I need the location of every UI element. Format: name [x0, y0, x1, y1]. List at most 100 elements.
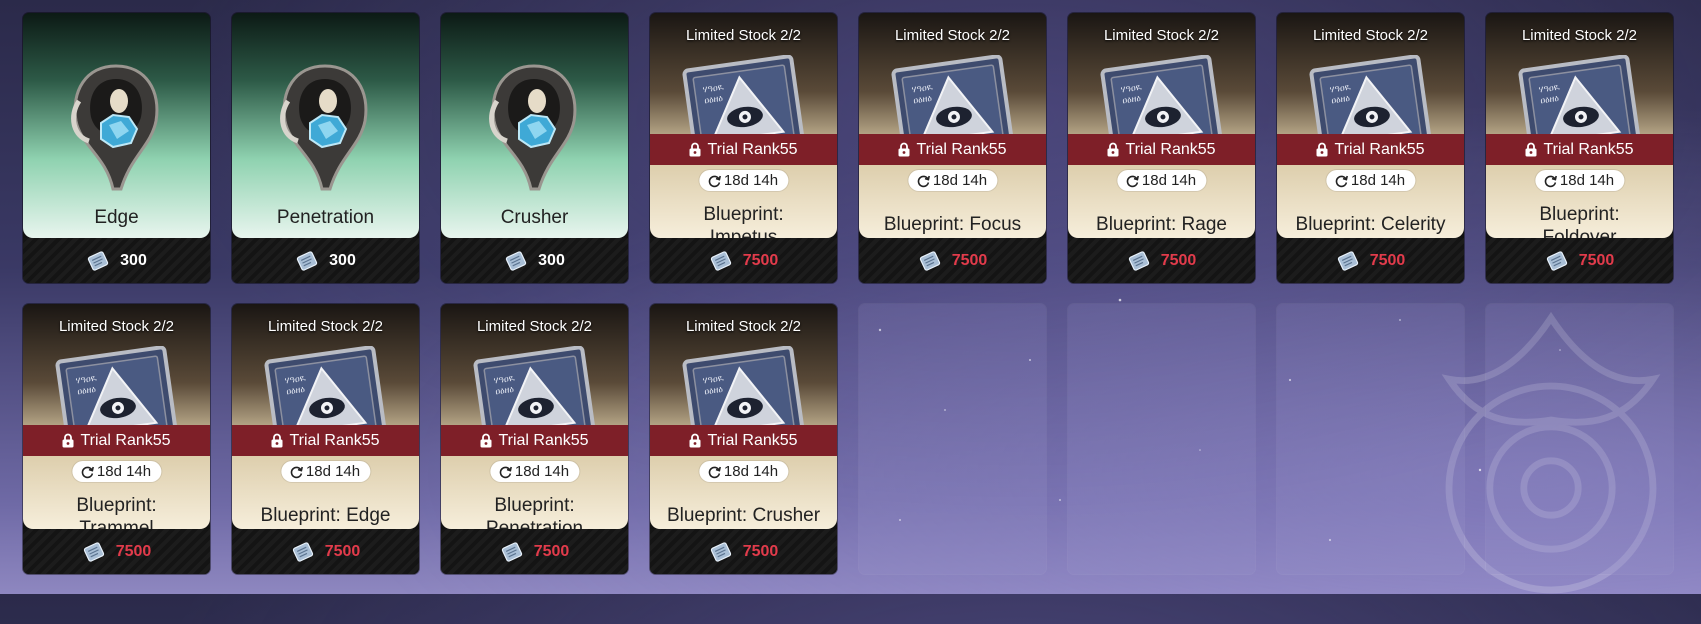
- rank-lock-bar: Trial Rank55: [1486, 134, 1673, 165]
- rank-lock-bar: Trial Rank55: [650, 134, 837, 165]
- price-value: 300: [120, 251, 147, 269]
- item-name-line: Foldover: [1542, 227, 1617, 238]
- price-value: 7500: [1160, 251, 1197, 269]
- price-bar: 7500: [441, 529, 628, 574]
- rank-lock-bar: Trial Rank55: [859, 134, 1046, 165]
- shop-item-card[interactable]: Limited Stock 2/2 Trial Rank55 18d 14h Blue…: [650, 13, 837, 283]
- rank-lock-bar: Trial Rank55: [1277, 134, 1464, 165]
- limited-stock-label: Limited Stock 2/2: [685, 318, 802, 335]
- price-value: 7500: [115, 542, 152, 560]
- item-name-line: Blueprint:: [703, 204, 784, 225]
- price-value: 7500: [533, 542, 570, 560]
- rank-requirement-text: Trial Rank55: [498, 431, 589, 449]
- rank-requirement-text: Trial Rank55: [289, 431, 380, 449]
- shop-item-card[interactable]: Crusher 300: [441, 13, 628, 283]
- refresh-timer-text: 18d 14h: [932, 172, 988, 189]
- price-value: 300: [329, 251, 356, 269]
- rank-requirement-text: Trial Rank55: [1125, 140, 1216, 158]
- empty-slot: [859, 304, 1046, 574]
- currency-ticket-icon: [1336, 250, 1360, 272]
- refresh-icon: [1334, 174, 1348, 188]
- shop-item-card[interactable]: Limited Stock 2/2 Trial Rank55 18d 14h Blue…: [859, 13, 1046, 283]
- limited-stock-label: Limited Stock 2/2: [685, 27, 802, 44]
- refresh-timer-badge: 18d 14h: [698, 170, 789, 191]
- refresh-timer-badge: 18d 14h: [280, 461, 371, 482]
- item-art-panel: Limited Stock 2/2 Trial Rank55 18d 14h Blue…: [1068, 13, 1255, 238]
- refresh-icon: [707, 174, 721, 188]
- price-bar: 7500: [1277, 238, 1464, 283]
- item-name: Blueprint: Focus: [863, 213, 1042, 236]
- empty-slot: [1277, 304, 1464, 574]
- refresh-timer-badge: 18d 14h: [907, 170, 998, 191]
- item-name-line: Trammel: [79, 518, 154, 529]
- currency-ticket-icon: [82, 541, 106, 563]
- price-value: 7500: [742, 542, 779, 560]
- item-art-panel: Penetration: [232, 13, 419, 238]
- item-art-panel: Limited Stock 2/2 Trial Rank55 18d 14h Blue…: [441, 304, 628, 529]
- item-name-line: Blueprint:: [76, 495, 157, 516]
- rank-lock-bar: Trial Rank55: [650, 425, 837, 456]
- shop-item-card[interactable]: Limited Stock 2/2 Trial Rank55 18d 14h Blue…: [441, 304, 628, 574]
- refresh-timer-text: 18d 14h: [1141, 172, 1197, 189]
- rank-lock-bar: Trial Rank55: [441, 425, 628, 456]
- limited-stock-label: Limited Stock 2/2: [267, 318, 384, 335]
- shop-item-card[interactable]: Limited Stock 2/2 Trial Rank55 18d 14h Blue…: [650, 304, 837, 574]
- shop-item-card[interactable]: Limited Stock 2/2 Trial Rank55 18d 14h Blue…: [1068, 13, 1255, 283]
- item-art-panel: Limited Stock 2/2 Trial Rank55 18d 14h Blue…: [859, 13, 1046, 238]
- shop-item-card[interactable]: Limited Stock 2/2 Trial Rank55 18d 14h Blue…: [1486, 13, 1673, 283]
- refresh-timer-text: 18d 14h: [305, 463, 361, 480]
- refresh-icon: [707, 465, 721, 479]
- limited-stock-label: Limited Stock 2/2: [1103, 27, 1220, 44]
- refresh-timer-badge: 18d 14h: [1325, 170, 1416, 191]
- price-bar: 300: [441, 238, 628, 283]
- item-name-line: Blueprint: Edge: [260, 505, 391, 526]
- rank-requirement-text: Trial Rank55: [707, 140, 798, 158]
- refresh-timer-badge: 18d 14h: [71, 461, 162, 482]
- item-name-line: Penetration: [485, 518, 584, 529]
- price-bar: 300: [23, 238, 210, 283]
- refresh-timer-badge: 18d 14h: [1534, 170, 1625, 191]
- refresh-timer-badge: 18d 14h: [698, 461, 789, 482]
- rank-requirement-text: Trial Rank55: [1543, 140, 1634, 158]
- shop-item-card[interactable]: Limited Stock 2/2 Trial Rank55 18d 14h Blue…: [1277, 13, 1464, 283]
- limited-stock-label: Limited Stock 2/2: [894, 27, 1011, 44]
- refresh-timer-text: 18d 14h: [1559, 172, 1615, 189]
- item-name: Blueprint: Rage: [1072, 213, 1251, 236]
- price-bar: 7500: [1068, 238, 1255, 283]
- rank-lock-bar: Trial Rank55: [23, 425, 210, 456]
- lock-icon: [1525, 142, 1537, 157]
- shop-grid: Edge 300 Penetration 300 Crusher 300 Limited S…: [23, 13, 1673, 574]
- lock-icon: [898, 142, 910, 157]
- rank-requirement-text: Trial Rank55: [80, 431, 171, 449]
- item-name-line: Blueprint: Celerity: [1295, 214, 1446, 235]
- item-name: Blueprint: Impetus: [654, 203, 833, 238]
- currency-ticket-icon: [291, 541, 315, 563]
- shop-item-card[interactable]: Limited Stock 2/2 Trial Rank55 18d 14h Blue…: [23, 304, 210, 574]
- limited-stock-label: Limited Stock 2/2: [1521, 27, 1638, 44]
- refresh-timer-text: 18d 14h: [1350, 172, 1406, 189]
- price-value: 300: [538, 251, 565, 269]
- item-art-panel: Edge: [23, 13, 210, 238]
- item-name: Penetration: [276, 207, 375, 228]
- currency-ticket-icon: [1127, 250, 1151, 272]
- lock-icon: [1107, 142, 1119, 157]
- limited-stock-label: Limited Stock 2/2: [476, 318, 593, 335]
- currency-ticket-icon: [709, 250, 733, 272]
- item-name: Blueprint: Foldover: [1490, 203, 1669, 238]
- item-name-line: Blueprint:: [494, 495, 575, 516]
- price-bar: 7500: [232, 529, 419, 574]
- currency-ticket-icon: [504, 250, 528, 272]
- shop-item-card[interactable]: Edge 300: [23, 13, 210, 283]
- shop-item-card[interactable]: Limited Stock 2/2 Trial Rank55 18d 14h Blue…: [232, 304, 419, 574]
- item-art-panel: Crusher: [441, 13, 628, 238]
- shop-item-card[interactable]: Penetration 300: [232, 13, 419, 283]
- refresh-timer-badge: 18d 14h: [489, 461, 580, 482]
- refresh-timer-text: 18d 14h: [723, 463, 779, 480]
- lock-icon: [689, 142, 701, 157]
- mod-pendant-icon: [61, 61, 171, 191]
- lock-icon: [62, 433, 74, 448]
- refresh-icon: [80, 465, 94, 479]
- item-art-panel: Limited Stock 2/2 Trial Rank55 18d 14h Blue…: [232, 304, 419, 529]
- lock-icon: [480, 433, 492, 448]
- currency-ticket-icon: [500, 541, 524, 563]
